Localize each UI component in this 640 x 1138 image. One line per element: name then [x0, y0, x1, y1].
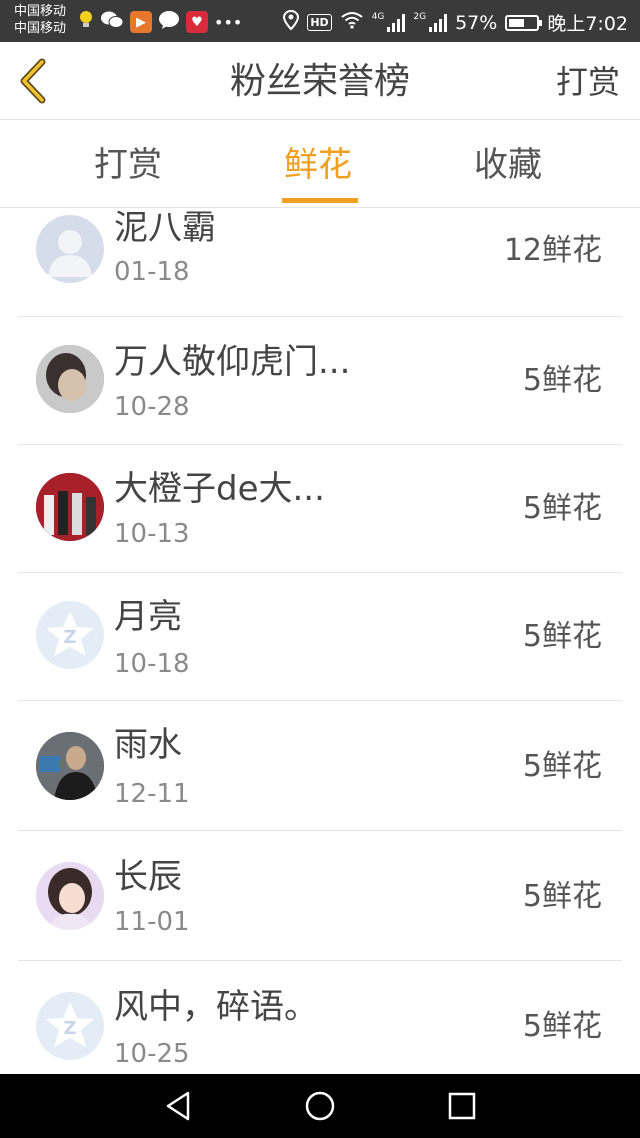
qzone-default-avatar: Z — [36, 992, 104, 1060]
more-icon: ••• — [214, 12, 243, 32]
fan-name: 万人敬仰虎门... — [114, 342, 351, 382]
qzone-default-avatar: Z — [36, 601, 104, 669]
fan-name: 泥八霸 — [114, 209, 216, 248]
group-photo-avatar — [36, 473, 104, 541]
illustrated-girl-avatar — [36, 862, 104, 930]
status-indicators: HD 4G 2G 57% 晚上7:02 — [283, 9, 628, 36]
flower-count: 5鲜花 — [522, 749, 602, 784]
heart-app-icon: ♥ — [186, 11, 208, 33]
video-app-icon: ▶ — [130, 11, 152, 33]
fan-name: 雨水 — [114, 725, 182, 765]
tab-favorites[interactable]: 收藏 — [474, 145, 542, 185]
list-item[interactable]: 万人敬仰虎门... 10-28 5鲜花 — [0, 315, 640, 445]
fan-date: 12-11 — [114, 779, 190, 809]
header-bar: 粉丝荣誉榜 打赏 — [0, 42, 640, 120]
notification-icons: ▶ ♥ ••• — [78, 10, 242, 34]
network-type-1: 4G — [371, 11, 385, 22]
reward-button[interactable]: 打赏 — [556, 62, 620, 102]
clock: 晚上7:02 — [547, 13, 628, 35]
fan-date: 01-18 — [114, 257, 190, 287]
flower-count: 5鲜花 — [522, 491, 602, 526]
fan-date: 10-25 — [114, 1039, 190, 1069]
list-item[interactable]: 泥八霸 01-18 12鲜花 — [0, 209, 640, 317]
fan-date: 10-28 — [114, 392, 190, 422]
fan-list: 泥八霸 01-18 12鲜花 万人敬仰虎门... 10-28 5鲜花 大橙子de… — [0, 209, 640, 1074]
flower-count: 12鲜花 — [503, 233, 602, 268]
flower-count: 5鲜花 — [522, 363, 602, 398]
photo-avatar — [36, 732, 104, 800]
list-item[interactable]: Z 月亮 10-18 5鲜花 — [0, 571, 640, 701]
default-person-avatar — [36, 215, 104, 283]
flower-count: 5鲜花 — [522, 879, 602, 914]
flower-count: 5鲜花 — [522, 619, 602, 654]
nav-recents-button[interactable] — [444, 1088, 480, 1124]
fan-name: 月亮 — [114, 597, 182, 637]
bulb-icon — [78, 10, 94, 34]
system-nav-bar — [0, 1074, 640, 1138]
network-type-2: 2G — [413, 11, 427, 22]
carrier-1: 中国移动 — [14, 4, 67, 19]
tab-flowers[interactable]: 鲜花 — [284, 145, 352, 185]
nav-home-button[interactable] — [302, 1088, 338, 1124]
circle-home-icon — [305, 1091, 335, 1121]
square-recents-icon — [448, 1092, 476, 1120]
hd-icon: HD — [307, 14, 332, 31]
battery-icon — [505, 14, 543, 31]
fan-name: 长辰 — [114, 857, 182, 897]
active-tab-indicator — [282, 198, 358, 203]
list-item[interactable]: 大橙子de大... 10-13 5鲜花 — [0, 443, 640, 573]
nav-back-button[interactable] — [160, 1088, 196, 1124]
battery-percent: 57% — [455, 11, 498, 34]
tab-reward[interactable]: 打赏 — [94, 145, 162, 185]
signal-icon-2 — [429, 13, 448, 32]
fan-name: 风中，碎语。 — [114, 987, 318, 1027]
flower-count: 5鲜花 — [522, 1009, 602, 1044]
triangle-back-icon — [166, 1091, 190, 1121]
wechat-icon — [100, 10, 124, 34]
signal-icon-1 — [387, 13, 406, 32]
list-item[interactable]: Z 风中，碎语。 10-25 5鲜花 — [0, 961, 640, 1074]
list-item[interactable]: 雨水 12-11 5鲜花 — [0, 701, 640, 831]
fan-date: 10-13 — [114, 519, 190, 549]
carrier-labels: 中国移动 中国移动 — [14, 3, 66, 37]
page-title: 粉丝荣誉榜 — [229, 61, 410, 102]
svg-text:Z: Z — [63, 1018, 76, 1039]
fan-name: 大橙子de大... — [114, 469, 325, 509]
svg-text:Z: Z — [63, 627, 76, 648]
list-item[interactable]: 长辰 11-01 5鲜花 — [0, 831, 640, 961]
photo-avatar — [36, 345, 104, 413]
fan-date: 11-01 — [114, 907, 190, 937]
wifi-icon — [340, 11, 364, 34]
status-bar: 中国移动 中国移动 ▶ ♥ ••• HD 4G 2G 57% 晚上7:02 — [0, 0, 640, 42]
tab-bar: 打赏 鲜花 收藏 — [0, 121, 640, 208]
location-icon — [283, 9, 300, 35]
carrier-2: 中国移动 — [14, 21, 67, 36]
fan-date: 10-18 — [114, 649, 190, 679]
message-icon — [158, 10, 180, 34]
